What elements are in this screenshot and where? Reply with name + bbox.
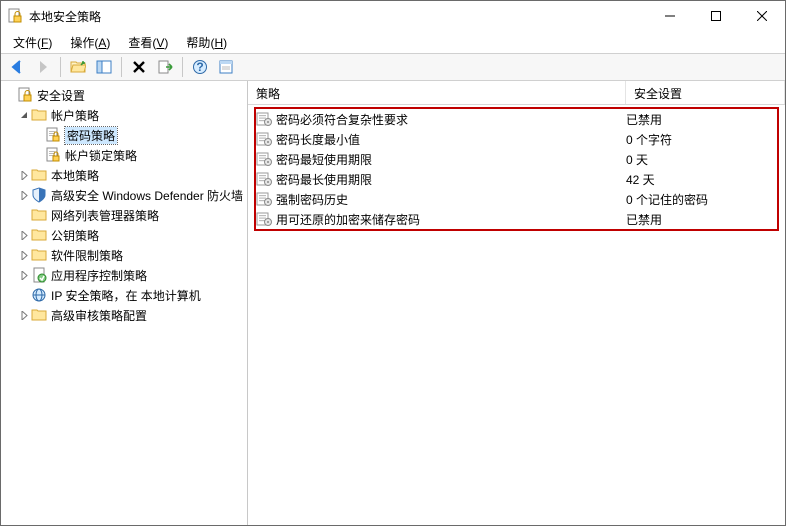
- minimize-button[interactable]: [647, 1, 693, 31]
- up-button[interactable]: [66, 56, 90, 78]
- show-hide-tree-button[interactable]: [92, 56, 116, 78]
- policy-item-icon: [256, 171, 272, 187]
- menubar: 文件(F) 操作(A) 查看(V) 帮助(H): [1, 31, 785, 53]
- green-doc-icon: [31, 267, 47, 283]
- policy-value: 0 天: [622, 151, 781, 168]
- toolbar: ?: [1, 53, 785, 81]
- help-button[interactable]: ?: [188, 56, 212, 78]
- expander-closed-icon[interactable]: [17, 168, 31, 182]
- policy-name: 用可还原的加密来储存密码: [276, 211, 420, 228]
- policy-row[interactable]: 密码长度最小值 0 个字符: [252, 129, 781, 149]
- tree-ip-security[interactable]: IP 安全策略，在 本地计算机: [3, 285, 245, 305]
- policy-name: 密码必须符合复杂性要求: [276, 111, 408, 128]
- list-body[interactable]: 密码必须符合复杂性要求已禁用密码长度最小值0 个字符密码最短使用期限0 天密码最…: [248, 105, 785, 525]
- menu-file[interactable]: 文件(F): [5, 32, 60, 53]
- close-button[interactable]: [739, 1, 785, 31]
- policy-value: 已禁用: [622, 111, 781, 128]
- list-pane: 策略 安全设置 密码必须符合复杂性要求已禁用密码长度最小值0 个字符密码最短使用…: [248, 81, 785, 525]
- policy-item-icon: [256, 191, 272, 207]
- forward-button[interactable]: [31, 56, 55, 78]
- policy-item-icon: [256, 131, 272, 147]
- policy-row[interactable]: 密码必须符合复杂性要求 已禁用: [252, 109, 781, 129]
- tree-account-policy[interactable]: 帐户策略: [3, 105, 245, 125]
- tree-password-policy[interactable]: 密码策略: [3, 125, 245, 145]
- expander-closed-icon[interactable]: [17, 228, 31, 242]
- expander-closed-icon[interactable]: [17, 308, 31, 322]
- toolbar-divider: [182, 57, 183, 77]
- tree-public-key[interactable]: 公钥策略: [3, 225, 245, 245]
- column-header-setting[interactable]: 安全设置: [626, 81, 785, 104]
- titlebar: 本地安全策略: [1, 1, 785, 31]
- export-button[interactable]: [153, 56, 177, 78]
- policy-value: 42 天: [622, 171, 781, 188]
- menu-action[interactable]: 操作(A): [62, 32, 118, 53]
- expander-open-icon[interactable]: [17, 108, 31, 122]
- toolbar-divider: [121, 57, 122, 77]
- delete-button[interactable]: [127, 56, 151, 78]
- policy-name: 密码最长使用期限: [276, 171, 372, 188]
- policy-value: 0 个字符: [622, 131, 781, 148]
- policy-name: 密码最短使用期限: [276, 151, 372, 168]
- tree-network-list[interactable]: 网络列表管理器策略: [3, 205, 245, 225]
- tree-software-restriction[interactable]: 软件限制策略: [3, 245, 245, 265]
- policy-row[interactable]: 用可还原的加密来储存密码 已禁用: [252, 209, 781, 229]
- app-icon: [7, 8, 23, 24]
- tree-local-policy[interactable]: 本地策略: [3, 165, 245, 185]
- tree-root-security[interactable]: 安全设置: [3, 85, 245, 105]
- policy-item-icon: [256, 151, 272, 167]
- policy-row[interactable]: 强制密码历史 0 个记住的密码: [252, 189, 781, 209]
- security-root-icon: [17, 87, 33, 103]
- list-header: 策略 安全设置: [248, 81, 785, 105]
- expander-closed-icon[interactable]: [17, 188, 31, 202]
- shield-icon: [31, 187, 47, 203]
- menu-view[interactable]: 查看(V): [120, 32, 176, 53]
- policy-value: 0 个记住的密码: [622, 191, 781, 208]
- expander-closed-icon[interactable]: [17, 248, 31, 262]
- expander-closed-icon[interactable]: [17, 268, 31, 282]
- tree-defender[interactable]: 高级安全 Windows Defender 防火墙: [3, 185, 245, 205]
- folder-icon: [31, 167, 47, 183]
- policy-item-icon: [256, 211, 272, 227]
- folder-icon: [31, 107, 47, 123]
- menu-help[interactable]: 帮助(H): [178, 32, 235, 53]
- tree-audit[interactable]: 高级审核策略配置: [3, 305, 245, 325]
- policy-name: 密码长度最小值: [276, 131, 360, 148]
- column-header-policy[interactable]: 策略: [248, 81, 626, 104]
- tree-pane[interactable]: 安全设置 帐户策略 密码策略 帐户锁定策略 本地策略: [1, 81, 248, 525]
- folder-icon: [31, 247, 47, 263]
- folder-icon: [31, 307, 47, 323]
- policy-folder-icon: [45, 127, 61, 143]
- tree-app-control[interactable]: 应用程序控制策略: [3, 265, 245, 285]
- policy-folder-icon: [45, 147, 61, 163]
- folder-icon: [31, 227, 47, 243]
- folder-icon: [31, 207, 47, 223]
- svg-text:?: ?: [196, 60, 203, 74]
- maximize-button[interactable]: [693, 1, 739, 31]
- policy-item-icon: [256, 111, 272, 127]
- properties-button[interactable]: [214, 56, 238, 78]
- content-area: 安全设置 帐户策略 密码策略 帐户锁定策略 本地策略: [1, 81, 785, 525]
- toolbar-divider: [60, 57, 61, 77]
- window-title: 本地安全策略: [29, 8, 647, 25]
- back-button[interactable]: [5, 56, 29, 78]
- globe-icon: [31, 287, 47, 303]
- policy-value: 已禁用: [622, 211, 781, 228]
- policy-row[interactable]: 密码最长使用期限 42 天: [252, 169, 781, 189]
- policy-name: 强制密码历史: [276, 191, 348, 208]
- tree-lockout-policy[interactable]: 帐户锁定策略: [3, 145, 245, 165]
- policy-row[interactable]: 密码最短使用期限 0 天: [252, 149, 781, 169]
